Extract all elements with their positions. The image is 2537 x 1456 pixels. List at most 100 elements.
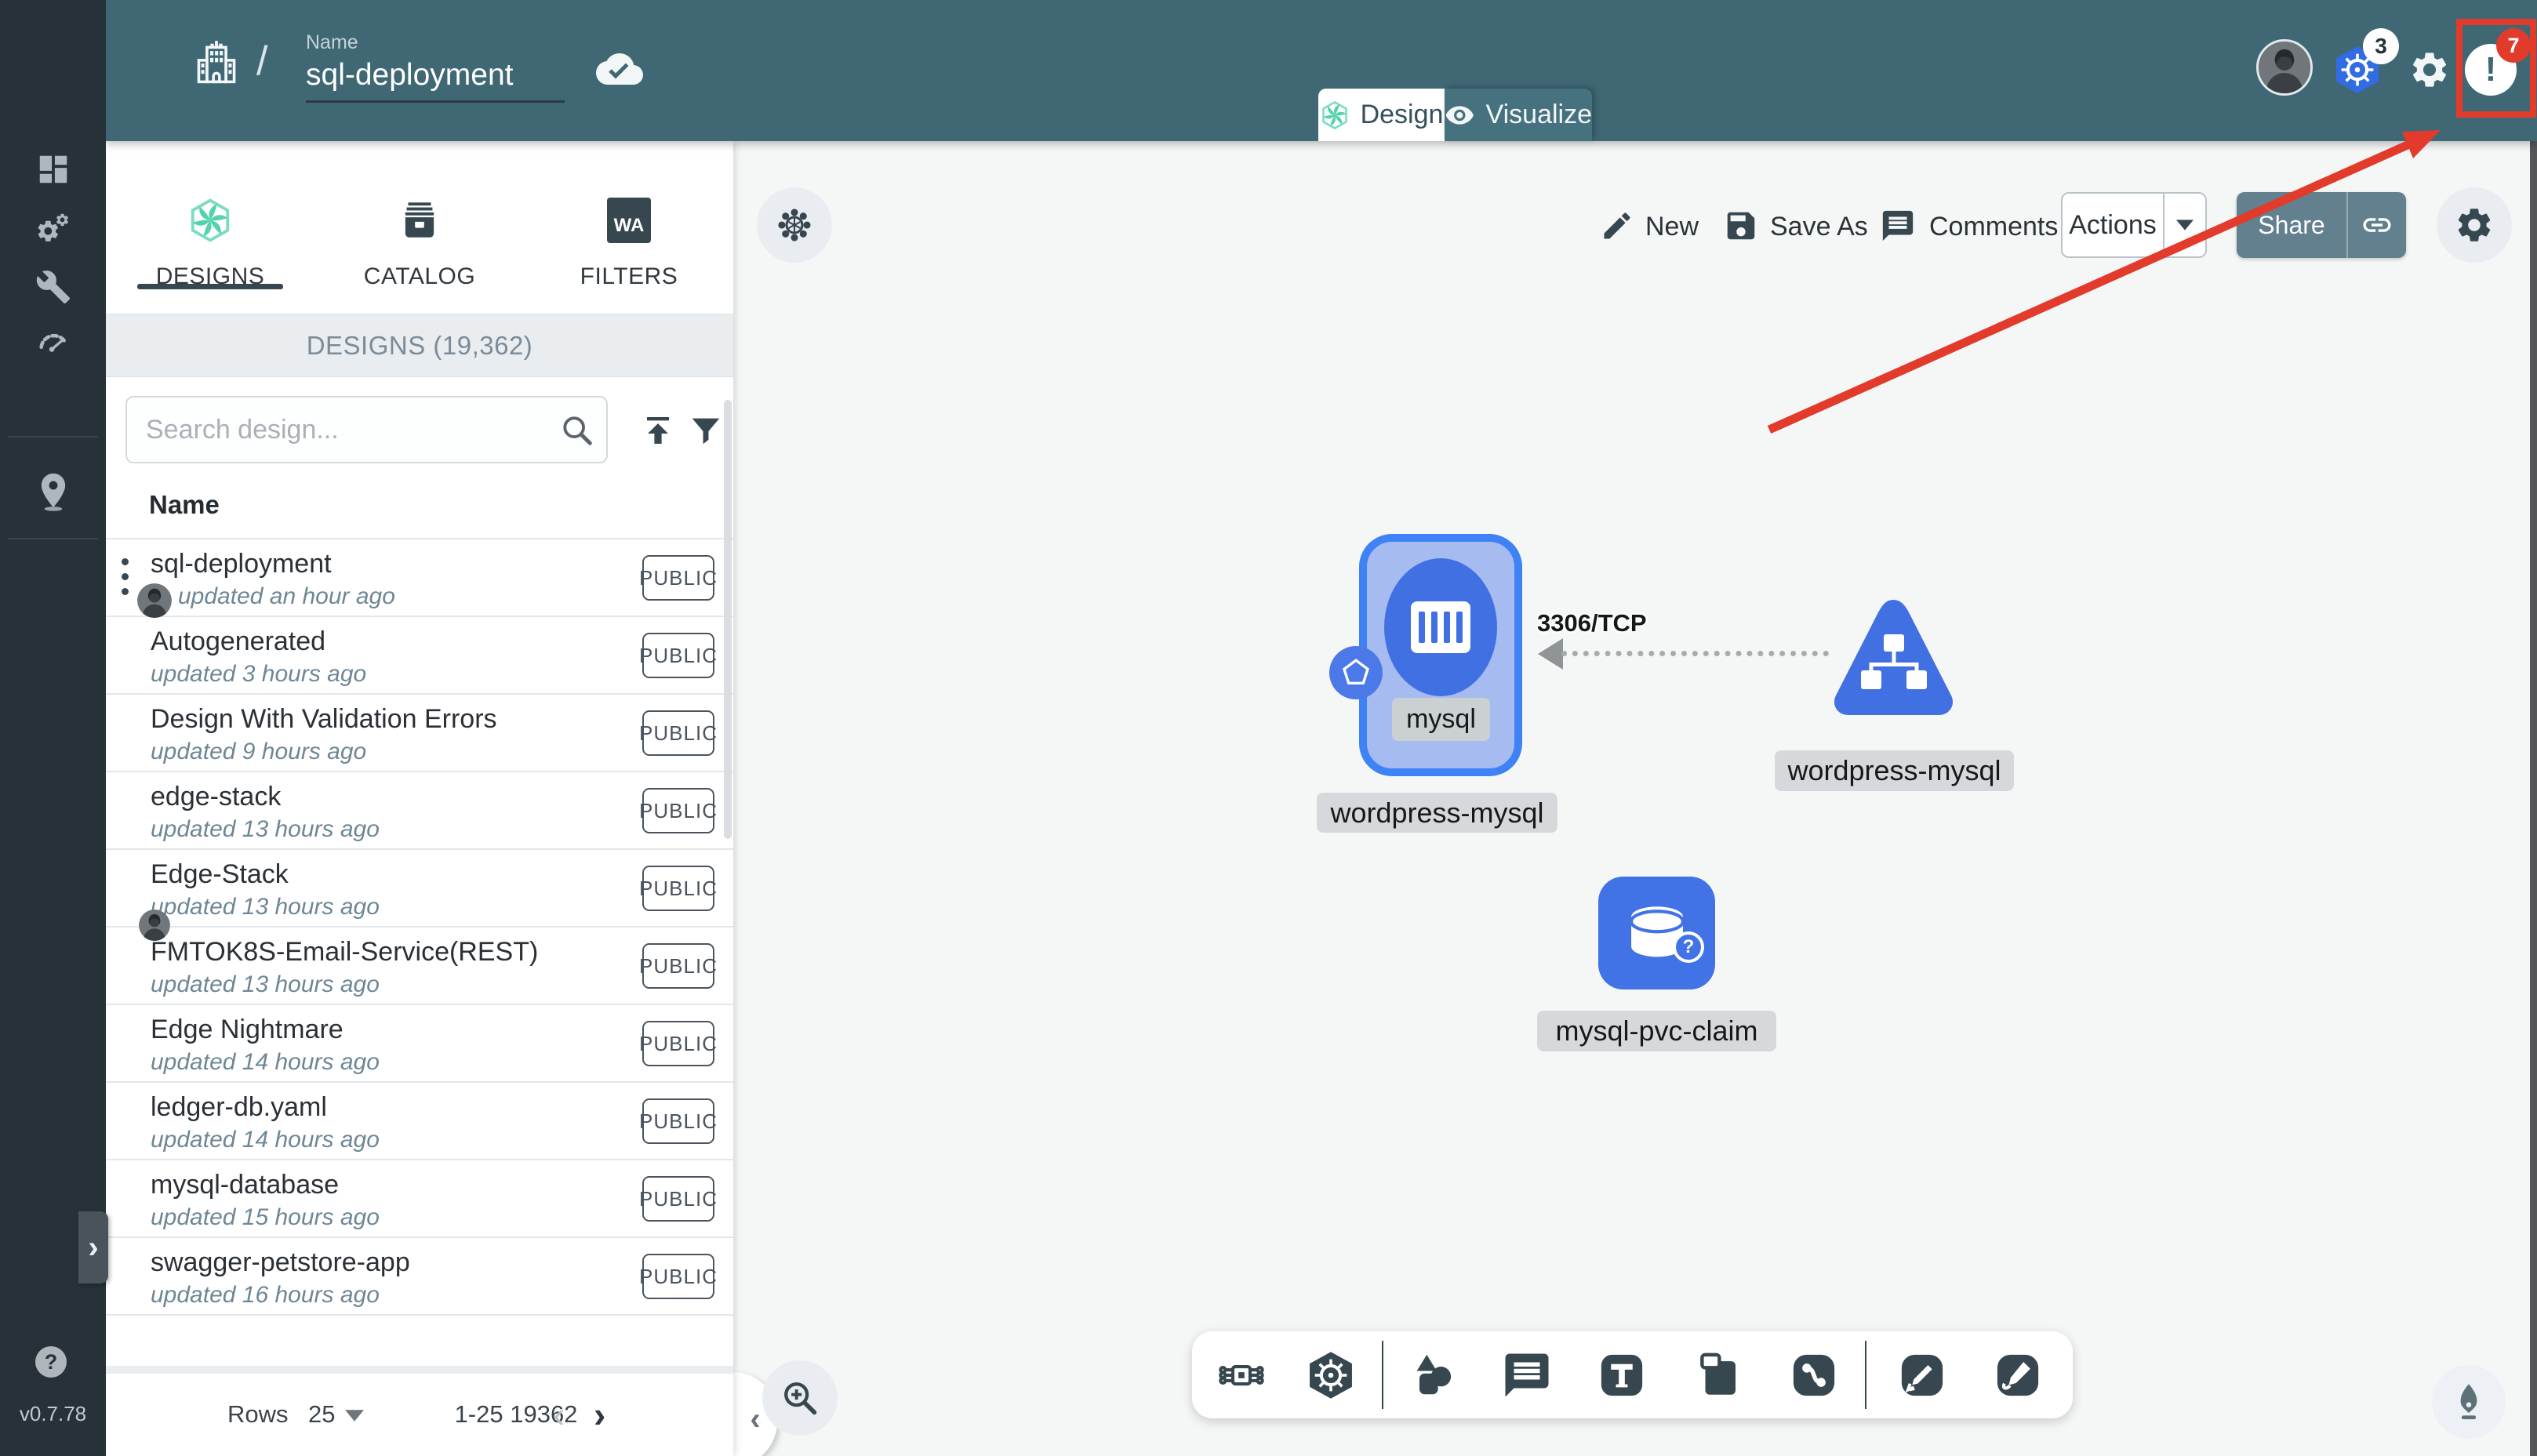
design-name: mysql-database <box>151 1170 340 1200</box>
meshery-app-window: ? v0.7.78 › / Name 3 ! 7 Design <box>0 0 2537 1456</box>
design-name-input[interactable] <box>306 56 565 103</box>
pagination-next-button[interactable]: › <box>594 1391 605 1438</box>
sidebar-expand-button[interactable]: › <box>78 1211 108 1284</box>
settings-button[interactable] <box>2408 49 2451 91</box>
organization-button[interactable] <box>191 38 242 89</box>
dock-text-button[interactable] <box>1596 1349 1648 1401</box>
node-wordpress-mysql-service[interactable] <box>1830 595 1957 731</box>
design-name: Design With Validation Errors <box>151 704 497 734</box>
rows-per-page-label: Rows <box>227 1400 289 1428</box>
node-mysql-pvc-claim[interactable] <box>1598 877 1715 989</box>
pagination-range: 1-25 19362 <box>454 1400 578 1428</box>
node-label-mysql-pvc-claim: mysql-pvc-claim <box>1537 1011 1776 1051</box>
design-list-item[interactable]: swagger-petstore-app updated 16 hours ag… <box>106 1236 733 1314</box>
canvas-mesh-settings-button[interactable] <box>757 187 832 263</box>
sidebar-item-performance[interactable] <box>0 312 106 372</box>
sidebar-item-configuration[interactable] <box>0 257 106 317</box>
text-icon <box>1596 1349 1648 1401</box>
design-name: Edge Nightmare <box>151 1015 343 1044</box>
sidebar-item-dashboard[interactable] <box>0 140 106 199</box>
edge-mysql-service[interactable] <box>1561 651 1829 656</box>
sidebar-item-extensions[interactable] <box>0 370 106 430</box>
user-avatar[interactable] <box>2256 39 2313 96</box>
design-updated: updated 13 hours ago <box>151 816 380 842</box>
actions-button[interactable]: Actions <box>2061 192 2207 258</box>
meshery-logo[interactable] <box>18 17 87 102</box>
row-menu-button[interactable] <box>120 558 129 595</box>
dock-comment-button[interactable] <box>1501 1349 1553 1401</box>
dock-edge-pen-button[interactable] <box>1896 1349 1948 1401</box>
visibility-badge: PUBLIC <box>639 788 717 833</box>
list-end-divider <box>106 1314 733 1316</box>
search-input[interactable] <box>125 396 608 463</box>
design-list-item[interactable]: Autogenerated updated 3 hours ago PUBLIC <box>106 615 733 693</box>
exclamation-icon: ! <box>2484 50 2497 89</box>
dock-freehand-button[interactable] <box>1992 1349 2044 1401</box>
actions-dropdown-button[interactable] <box>2164 220 2205 231</box>
design-list-item[interactable]: Edge-Stack updated 13 hours ago PUBLIC <box>106 848 733 926</box>
design-list-item[interactable]: Edge Nightmare updated 14 hours ago PUBL… <box>106 1004 733 1081</box>
design-updated: updated 14 hours ago <box>151 1049 380 1075</box>
comment-icon <box>1880 208 1916 244</box>
help-button[interactable]: ? <box>35 1346 67 1378</box>
rows-per-page-select[interactable]: 25 <box>308 1391 335 1438</box>
sidebar-item-lifecycle[interactable] <box>0 198 106 257</box>
edge-arrowhead <box>1538 638 1563 670</box>
canvas-settings-button[interactable] <box>2437 187 2512 263</box>
new-design-button[interactable] <box>1600 209 1634 243</box>
filter-button[interactable] <box>688 412 724 448</box>
design-list-item[interactable]: sql-deployment updated an hour ago PUBLI… <box>106 538 733 615</box>
node-mysql-container[interactable] <box>1384 558 1497 696</box>
upload-icon <box>639 411 677 448</box>
design-name: sql-deployment <box>151 549 332 579</box>
save-as-label[interactable]: Save As <box>1770 212 1868 242</box>
design-list-item[interactable]: FMTOK8S-Email-Service(REST) updated 13 h… <box>106 926 733 1004</box>
design-list-item[interactable]: ledger-db.yaml updated 14 hours ago PUBL… <box>106 1081 733 1159</box>
comments-label[interactable]: Comments <box>1929 212 2058 242</box>
pen-tool-button[interactable] <box>2432 1365 2506 1439</box>
design-list-item[interactable]: Design With Validation Errors updated 9 … <box>106 693 733 771</box>
design-updated: updated 13 hours ago <box>151 971 380 997</box>
tab-design[interactable]: Design <box>1318 89 1445 141</box>
search-icon[interactable] <box>559 412 595 448</box>
sync-status-button[interactable] <box>596 45 643 93</box>
design-name: Edge-Stack <box>151 859 289 889</box>
chevron-down-icon <box>345 1410 364 1422</box>
canvas-dock <box>1192 1331 2073 1418</box>
dock-link-button[interactable] <box>1788 1349 1840 1401</box>
list-scrollbar[interactable] <box>724 400 732 839</box>
comments-button[interactable] <box>1880 208 1916 244</box>
wasm-filters-icon-text: WA <box>613 215 645 236</box>
design-list-item[interactable]: mysql-database updated 15 hours ago PUBL… <box>106 1159 733 1236</box>
design-list-item[interactable]: edge-stack updated 13 hours ago PUBLIC <box>106 771 733 848</box>
sidebar-item-connections[interactable] <box>0 461 106 521</box>
pagination-prev-button[interactable]: ‹ <box>553 1391 565 1438</box>
save-as-button[interactable] <box>1723 208 1759 244</box>
design-updated: updated 3 hours ago <box>151 661 367 687</box>
share-label: Share <box>2258 210 2325 239</box>
tab-visualize[interactable]: Visualize <box>1445 89 1592 141</box>
dock-kubernetes-button[interactable] <box>1305 1349 1357 1401</box>
container-icon <box>1411 601 1470 653</box>
deployment-pentagon-badge[interactable] <box>1329 646 1383 699</box>
design-canvas[interactable]: New Save As Comments Actions Share mysql… <box>733 141 2529 1456</box>
dock-note-button[interactable] <box>1692 1349 1744 1401</box>
new-design-label[interactable]: New <box>1645 212 1699 242</box>
drawer-tab-designs[interactable]: DESIGNS <box>106 165 314 290</box>
app-version: v0.7.78 <box>19 1402 87 1425</box>
drawer-tab-catalog[interactable]: CATALOG <box>315 165 524 290</box>
dock-infrastructure-button[interactable] <box>1216 1349 1267 1401</box>
extensions-icon <box>34 380 73 419</box>
design-updated: updated 16 hours ago <box>151 1282 380 1308</box>
drawer-tab-filters[interactable]: WA FILTERS <box>525 165 733 290</box>
visibility-badge: PUBLIC <box>639 1254 717 1299</box>
visibility-badge: PUBLIC <box>639 1098 717 1144</box>
copy-link-button[interactable] <box>2348 209 2406 241</box>
share-button[interactable]: Share <box>2237 192 2406 258</box>
row-owner-avatar <box>137 583 172 618</box>
zoom-in-button[interactable] <box>762 1360 838 1436</box>
visibility-badge: PUBLIC <box>639 1176 717 1222</box>
design-name: ledger-db.yaml <box>151 1092 327 1122</box>
upload-design-button[interactable] <box>639 411 677 448</box>
dock-shapes-button[interactable] <box>1407 1349 1459 1401</box>
